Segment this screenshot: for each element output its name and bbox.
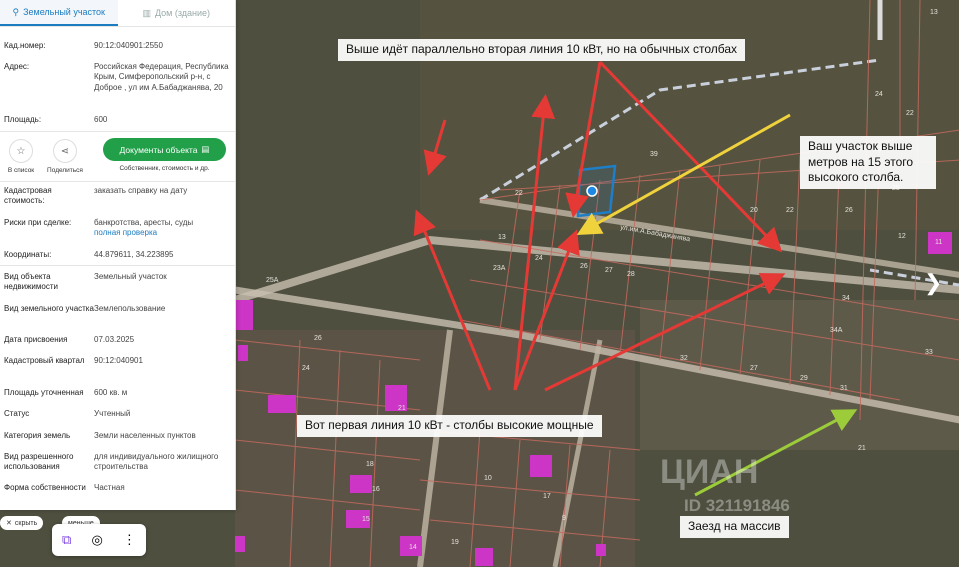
row-coords: Координаты: 44.879611, 34.223895 bbox=[4, 250, 174, 259]
row-date: Дата присвоения 07.03.2025 bbox=[4, 335, 135, 344]
action-bar: ☆ В список ⋖ Поделиться Документы объекта ▤… bbox=[0, 137, 235, 179]
svg-text:13: 13 bbox=[498, 234, 506, 241]
hide-chip[interactable]: ✕ скрыть bbox=[0, 516, 44, 530]
svg-text:28: 28 bbox=[627, 271, 635, 278]
svg-text:15: 15 bbox=[362, 516, 370, 523]
divider bbox=[0, 181, 235, 182]
documents-button[interactable]: Документы объекта ▤ bbox=[103, 138, 226, 161]
callout-bottom: Вот первая линия 10 кВт - столбы высокие… bbox=[297, 415, 602, 437]
tool-bar: ⧉ ◎ ⋮ bbox=[52, 524, 146, 556]
pin-icon: ⚲ bbox=[12, 6, 20, 17]
row-cost: Кадастровая стоимость: заказать справку н… bbox=[0, 186, 235, 206]
star-icon: ☆ bbox=[9, 139, 33, 163]
row-status: Статус Учтенный bbox=[4, 409, 131, 418]
tab-house[interactable]: ▥ Дом (здание) bbox=[118, 0, 236, 26]
add-to-list-button[interactable]: ☆ В список bbox=[6, 139, 36, 174]
svg-text:23А: 23А bbox=[493, 265, 506, 272]
svg-text:26: 26 bbox=[580, 263, 588, 270]
svg-text:22: 22 bbox=[786, 207, 794, 214]
order-cost-link[interactable]: заказать справку на дату bbox=[94, 186, 231, 206]
svg-text:18: 18 bbox=[366, 461, 374, 468]
svg-text:20: 20 bbox=[750, 207, 758, 214]
row-area: Площадь: 600 bbox=[4, 115, 108, 124]
row-type: Вид объекта недвижимости Земельный участо… bbox=[4, 272, 167, 291]
share-button[interactable]: ⋖ Поделиться bbox=[44, 139, 86, 174]
svg-text:17: 17 bbox=[543, 493, 551, 500]
text-scan-icon[interactable]: ⧉ bbox=[62, 532, 71, 548]
row-risk: Риски при сделке: банкротства, аресты, су… bbox=[0, 218, 235, 239]
more-icon[interactable]: ⋮ bbox=[123, 532, 136, 548]
svg-text:24: 24 bbox=[875, 91, 883, 98]
svg-text:27: 27 bbox=[750, 365, 758, 372]
tab-land[interactable]: ⚲ Земельный участок bbox=[0, 0, 118, 26]
svg-text:10: 10 bbox=[484, 475, 492, 482]
svg-text:32: 32 bbox=[680, 355, 688, 362]
svg-text:11: 11 bbox=[935, 239, 942, 246]
watermark-brand: ЦИАН bbox=[660, 453, 759, 491]
row-address: Адрес: Российская Федерация, Республика К… bbox=[4, 62, 229, 92]
svg-text:33: 33 bbox=[925, 349, 933, 356]
svg-text:24: 24 bbox=[302, 365, 310, 372]
svg-text:19: 19 bbox=[451, 539, 459, 546]
svg-text:14: 14 bbox=[409, 544, 417, 551]
row-kind: Вид земельного участка Землепользование bbox=[4, 304, 166, 313]
svg-text:21: 21 bbox=[858, 445, 866, 452]
close-icon: ✕ bbox=[6, 520, 12, 527]
document-icon: ▤ bbox=[201, 144, 210, 154]
svg-text:24: 24 bbox=[535, 255, 543, 262]
row-area2: Площадь уточненная 600 кв. м bbox=[4, 388, 128, 397]
svg-text:26: 26 bbox=[314, 335, 322, 342]
cad-number-link[interactable]: 90:12:040901:2550 bbox=[94, 41, 231, 51]
info-panel: ⚲ Земельный участок ▥ Дом (здание) Кад.ном… bbox=[0, 0, 236, 510]
divider bbox=[0, 265, 235, 266]
svg-text:34: 34 bbox=[842, 295, 850, 302]
svg-text:16: 16 bbox=[372, 486, 380, 493]
arrow-right-icon[interactable]: ❯ bbox=[924, 270, 942, 296]
svg-text:21: 21 bbox=[398, 405, 406, 412]
row-quarter: Кадастровый квартал 90:12:040901 bbox=[4, 356, 143, 365]
callout-entry: Заезд на массив bbox=[680, 516, 789, 538]
svg-text:31: 31 bbox=[840, 385, 848, 392]
svg-text:22: 22 bbox=[515, 190, 523, 197]
svg-text:39: 39 bbox=[650, 151, 658, 158]
row-ownership: Форма собственности Частная bbox=[4, 483, 125, 492]
documents-subtitle: Собственник, стоимость и др. bbox=[119, 165, 210, 172]
svg-text:22: 22 bbox=[906, 110, 914, 117]
svg-text:34А: 34А bbox=[830, 327, 843, 334]
camera-icon[interactable]: ◎ bbox=[91, 532, 102, 548]
row-cad: Кад.номер: 90:12:040901:2550 bbox=[0, 41, 235, 51]
svg-text:9: 9 bbox=[562, 515, 566, 522]
svg-text:29: 29 bbox=[800, 375, 808, 382]
svg-text:26: 26 bbox=[845, 207, 853, 214]
house-icon: ▥ bbox=[142, 7, 151, 18]
watermark-id: ID 321191846 bbox=[684, 496, 790, 515]
share-icon: ⋖ bbox=[53, 139, 77, 163]
svg-text:12: 12 bbox=[898, 233, 906, 240]
svg-text:25А: 25А bbox=[266, 277, 279, 284]
row-use: Вид разрешенного использования для индиви… bbox=[4, 452, 219, 472]
callout-top: Выше идёт параллельно вторая линия 10 кВ… bbox=[338, 39, 746, 61]
full-check-link[interactable]: полная проверка bbox=[94, 228, 231, 238]
callout-right: Ваш участок выше метров на 15 этого высо… bbox=[800, 136, 936, 189]
svg-text:27: 27 bbox=[605, 267, 613, 274]
divider bbox=[0, 131, 235, 132]
svg-text:13: 13 bbox=[930, 9, 938, 16]
row-category: Категория земель Земли населенных пунктов bbox=[4, 431, 196, 440]
